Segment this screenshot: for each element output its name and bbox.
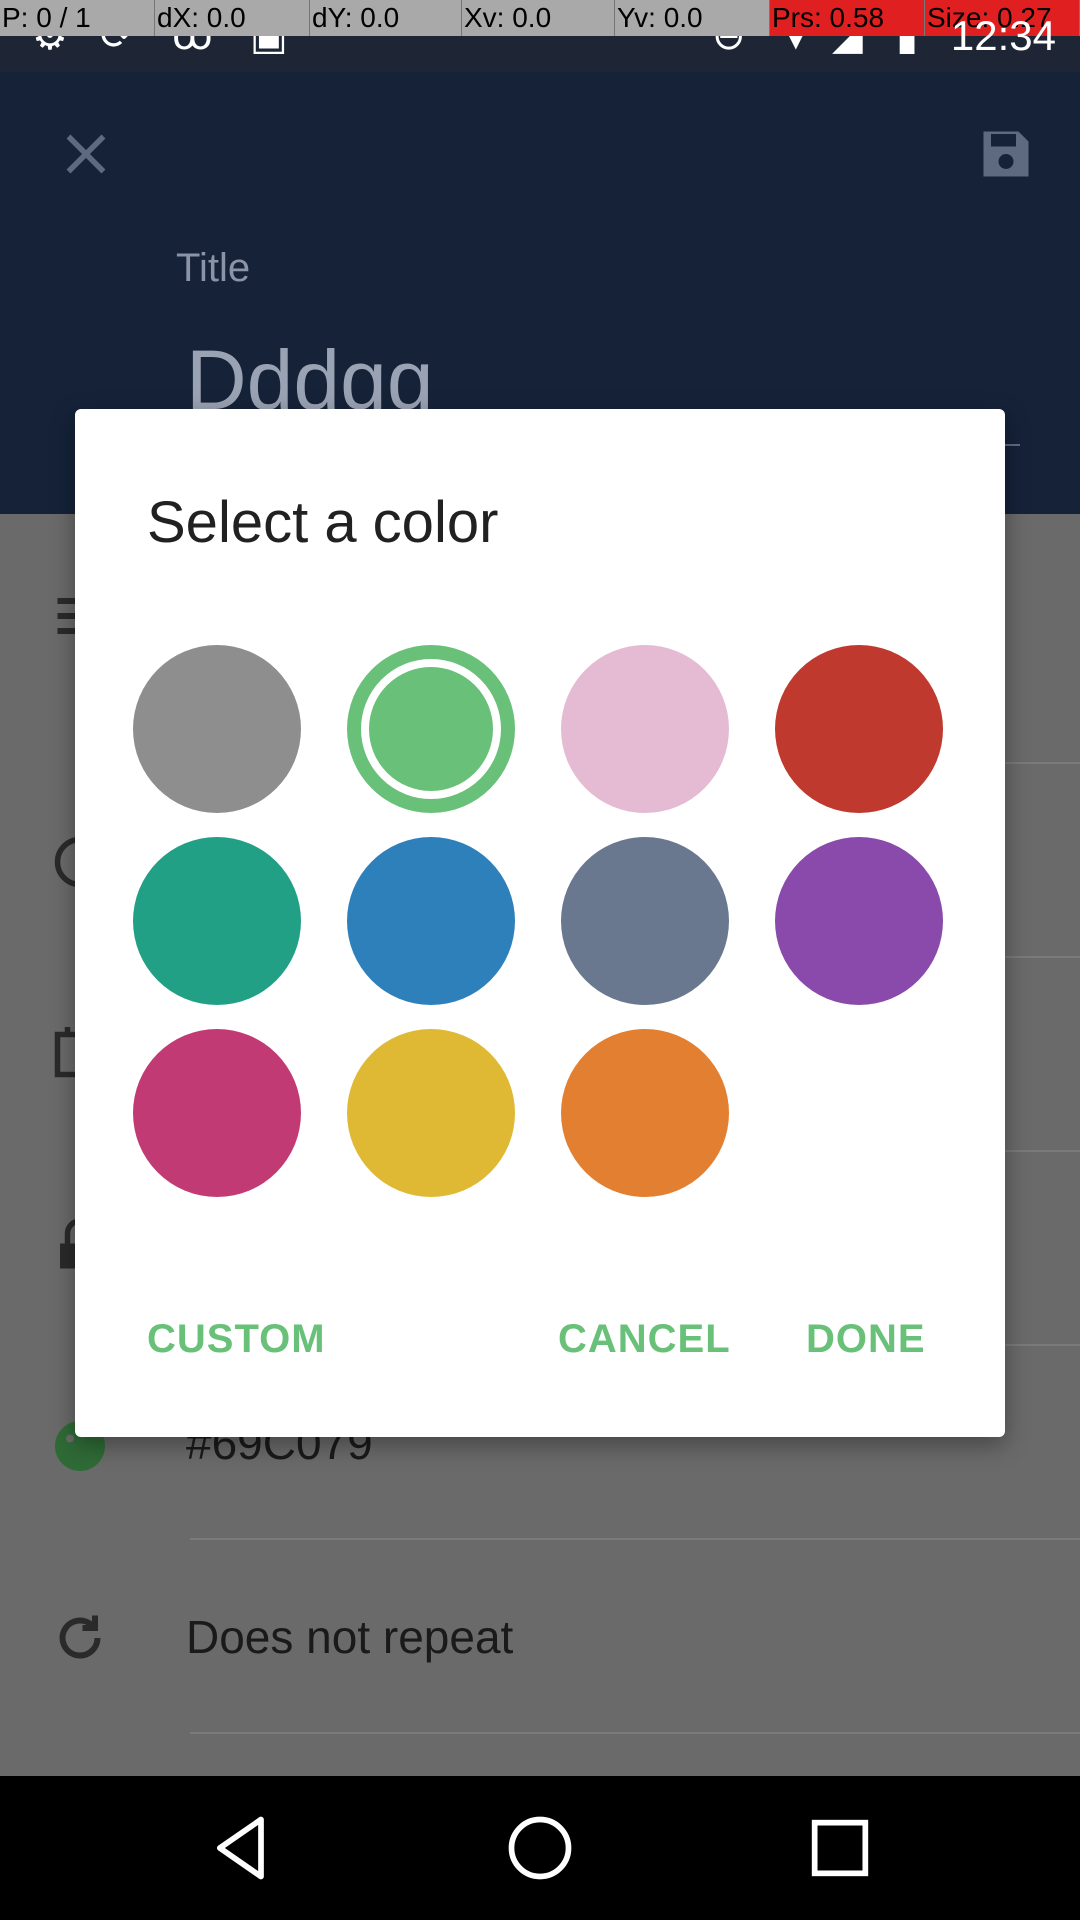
debug-xv: Xv: 0.0	[462, 0, 615, 36]
debug-pressure: Prs: 0.58	[770, 0, 925, 36]
clock: 12:34	[950, 12, 1056, 59]
repeat-value[interactable]: Does not repeat	[186, 1610, 513, 1664]
done-button[interactable]: DONE	[806, 1299, 926, 1379]
color-swatch[interactable]	[775, 645, 943, 813]
repeat-icon	[59, 1615, 101, 1659]
color-swatch[interactable]	[347, 837, 515, 1005]
color-swatch[interactable]	[775, 837, 943, 1005]
back-icon[interactable]	[204, 1810, 280, 1886]
dialog-title: Select a color	[147, 490, 499, 555]
color-swatch[interactable]	[133, 837, 301, 1005]
pointer-debug-bar: P: 0 / 1 dX: 0.0 dY: 0.0 Xv: 0.0 Yv: 0.0…	[0, 0, 1080, 36]
color-swatch[interactable]	[133, 645, 301, 813]
navigation-bar	[0, 1776, 1080, 1920]
close-icon[interactable]	[56, 124, 116, 184]
row-divider	[190, 1538, 1080, 1540]
recents-icon[interactable]	[802, 1810, 878, 1886]
color-swatch[interactable]	[561, 837, 729, 1005]
custom-button[interactable]: CUSTOM	[147, 1299, 326, 1379]
save-icon[interactable]	[976, 124, 1036, 184]
color-swatch[interactable]	[133, 1029, 301, 1197]
color-swatch[interactable]	[347, 1029, 515, 1197]
debug-dx: dX: 0.0	[155, 0, 310, 36]
color-swatch[interactable]	[561, 645, 729, 813]
debug-pointer: P: 0 / 1	[0, 0, 155, 36]
home-icon[interactable]	[502, 1810, 578, 1886]
color-swatch[interactable]	[347, 645, 515, 813]
cancel-button[interactable]: CANCEL	[558, 1299, 731, 1379]
title-field-label: Title	[176, 246, 251, 290]
debug-yv: Yv: 0.0	[615, 0, 770, 36]
dialog-actions: CUSTOM CANCEL DONE	[75, 1299, 1005, 1379]
row-divider	[190, 1732, 1080, 1734]
color-swatch[interactable]	[561, 1029, 729, 1197]
debug-dy: dY: 0.0	[310, 0, 462, 36]
color-picker-dialog: Select a color CUSTOM CANCEL DONE	[75, 409, 1005, 1437]
